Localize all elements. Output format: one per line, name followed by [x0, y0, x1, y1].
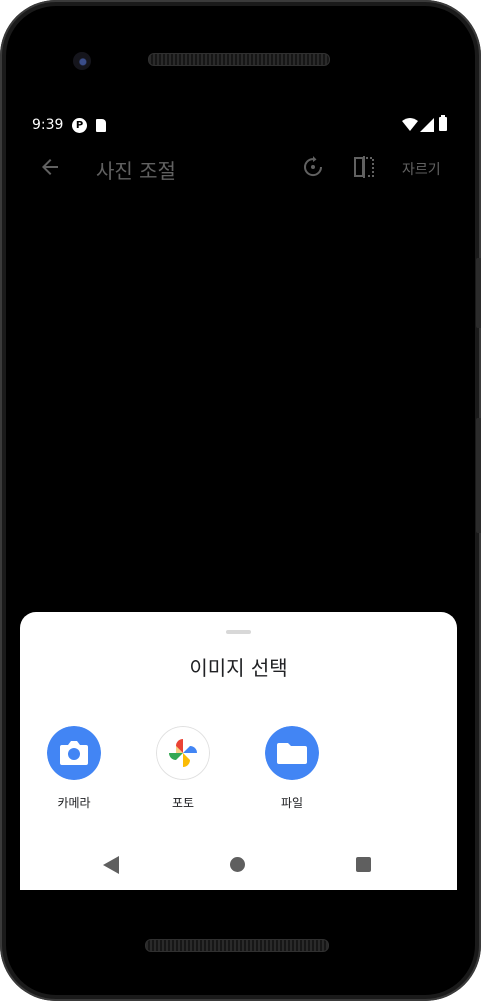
battery-icon: [439, 115, 447, 131]
power-button: [476, 258, 481, 328]
camera-option[interactable]: 카메라: [29, 726, 119, 816]
files-option[interactable]: 파일: [247, 726, 337, 816]
image-picker-sheet: 이미지 선택 카메라 포토 파일: [20, 612, 457, 890]
camera-label: 카메라: [57, 796, 91, 810]
crop-button[interactable]: 자르기: [402, 159, 441, 179]
signal-icon: [420, 118, 434, 132]
wifi-icon: [402, 118, 418, 131]
nav-home-icon[interactable]: [230, 857, 245, 872]
files-label: 파일: [280, 796, 304, 810]
photos-option[interactable]: 포토: [138, 726, 228, 816]
nav-recents-icon[interactable]: [356, 857, 371, 872]
back-arrow-icon[interactable]: [38, 155, 62, 179]
nav-back-icon[interactable]: [103, 856, 119, 874]
camera-icon: [47, 726, 101, 780]
status-bar: 9:39 P: [20, 105, 457, 145]
earpiece-speaker: [148, 53, 330, 66]
page-title: 사진 조절: [96, 159, 176, 183]
sd-card-icon: [96, 119, 106, 132]
volume-button: [476, 418, 481, 533]
front-camera: [73, 52, 91, 70]
phone-frame: 9:39 P 사진 조절 자르기 이미지 선택 카메라 포토 파일: [0, 0, 481, 1001]
bottom-speaker: [145, 939, 329, 952]
status-time: 9:39: [32, 117, 64, 133]
app-bar: 사진 조절 자르기: [20, 145, 457, 189]
navigation-bar: [20, 840, 457, 890]
screen: 9:39 P 사진 조절 자르기 이미지 선택 카메라 포토 파일: [20, 105, 457, 890]
app-notification-icon: P: [72, 118, 87, 133]
folder-icon: [265, 726, 319, 780]
sheet-title: 이미지 선택: [189, 656, 288, 680]
flip-icon[interactable]: [352, 155, 376, 179]
rotate-icon[interactable]: [301, 155, 325, 179]
google-photos-icon: [156, 726, 210, 780]
photos-label: 포토: [171, 796, 195, 810]
sheet-drag-handle[interactable]: [226, 630, 251, 634]
